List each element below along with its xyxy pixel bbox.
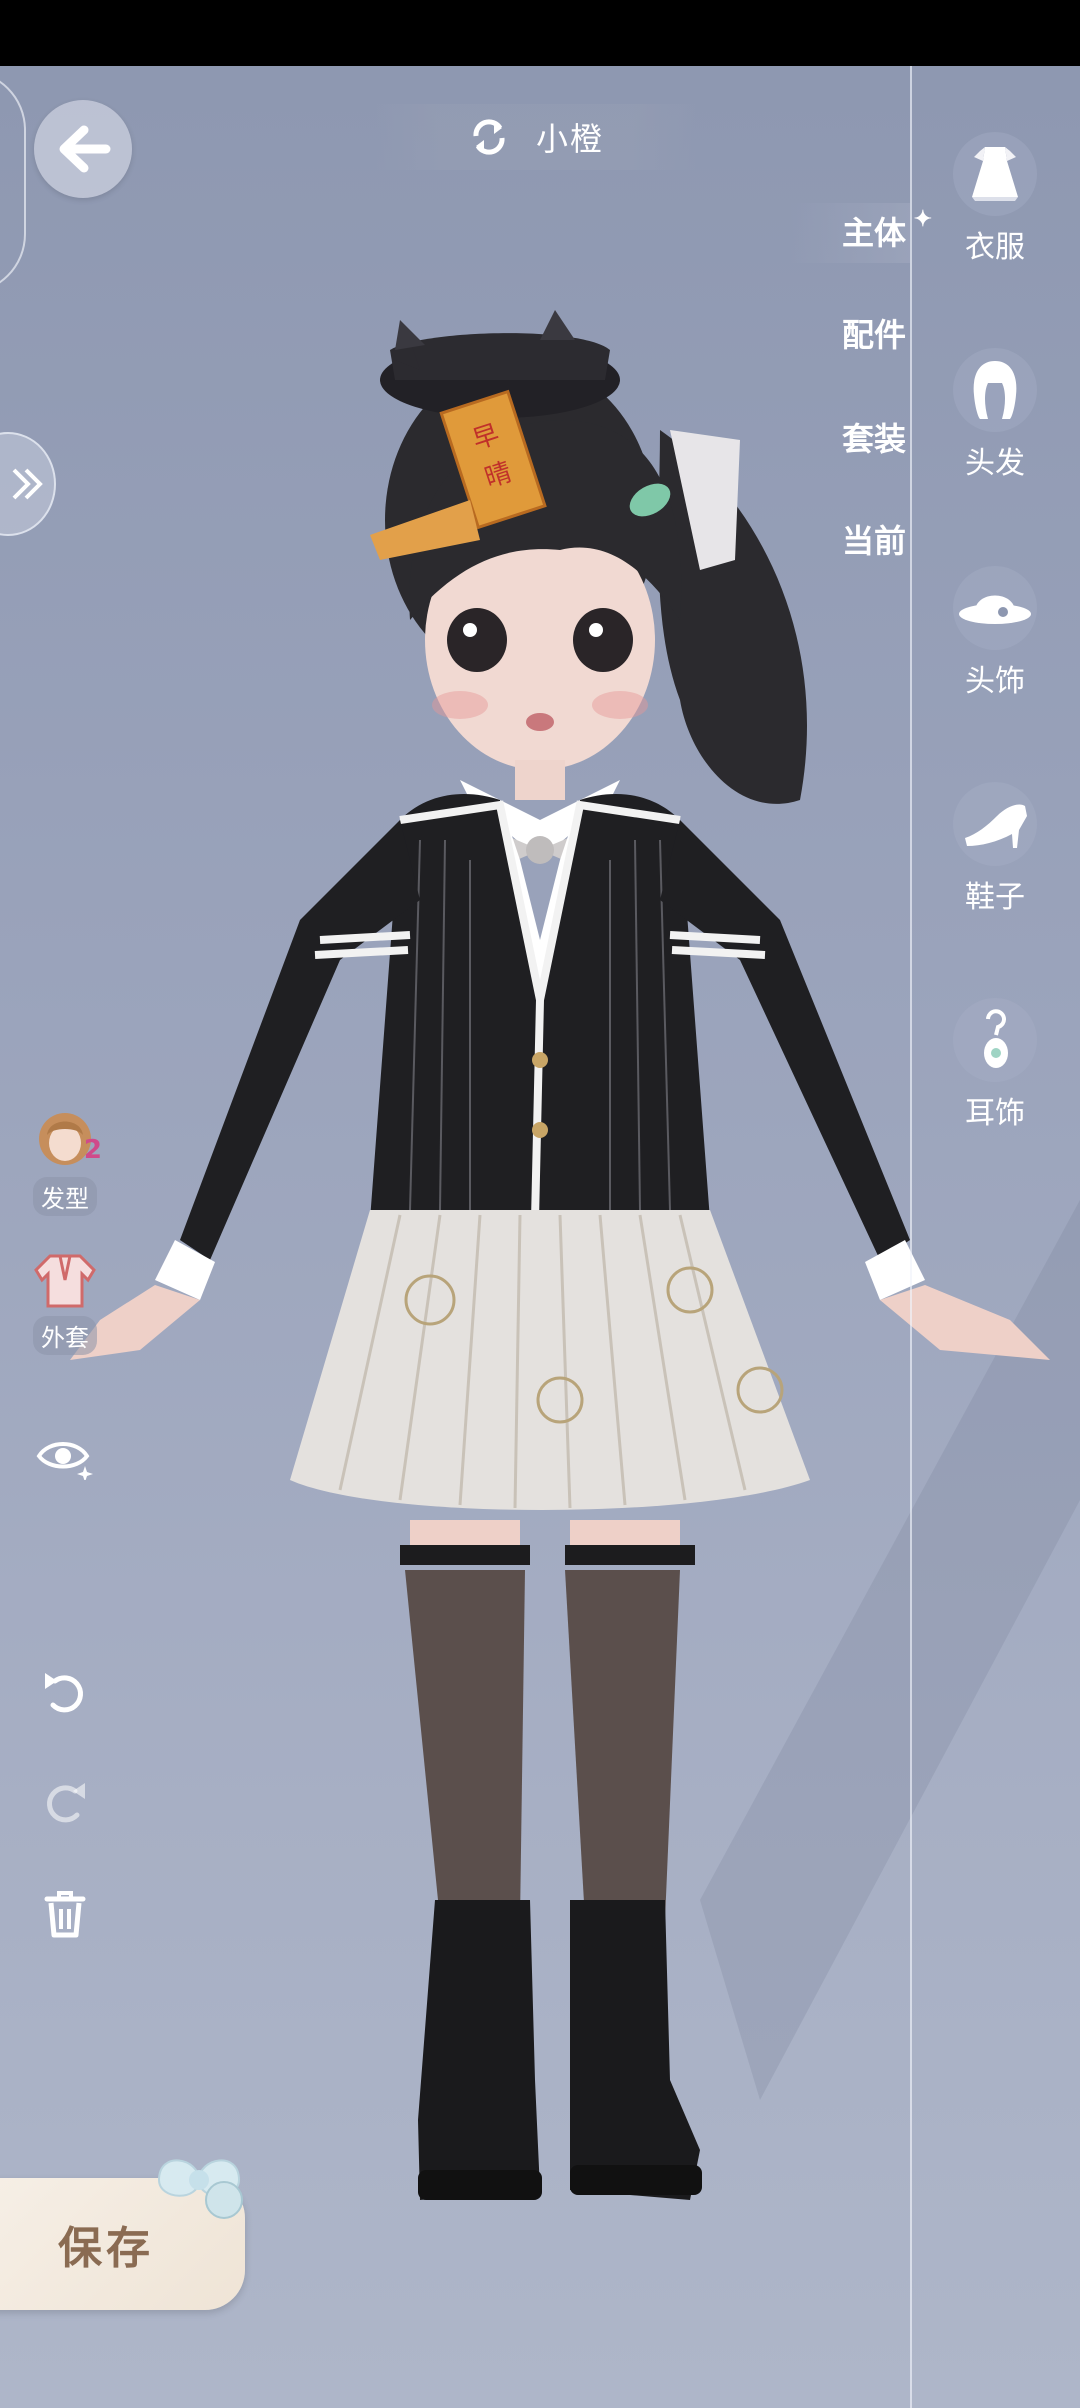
character-name-bar[interactable]: 小橙	[376, 104, 696, 170]
character-name: 小橙	[535, 120, 604, 158]
switch-character-icon[interactable]	[468, 116, 510, 158]
arrow-left-icon	[59, 125, 111, 173]
earring-icon	[953, 998, 1037, 1082]
trash-icon	[44, 1891, 86, 1938]
side-category-hair[interactable]: 头发	[935, 348, 1055, 482]
side-category-shoes[interactable]: 鞋子	[935, 782, 1055, 916]
coat-label: 外套	[33, 1316, 97, 1355]
ribbon-decoration-icon	[157, 2159, 243, 2219]
dress-icon	[953, 132, 1037, 216]
redo-button[interactable]	[20, 1775, 110, 1835]
visibility-toggle[interactable]	[20, 1430, 110, 1484]
double-chevron-right-icon	[12, 468, 43, 500]
side-category-earrings[interactable]: 耳饰	[935, 998, 1055, 1132]
side-category-label: 衣服	[965, 230, 1025, 265]
back-button[interactable]	[34, 100, 132, 198]
side-category-headwear[interactable]: 头饰	[935, 566, 1055, 700]
undo-button[interactable]	[20, 1665, 110, 1725]
side-category-label: 鞋子	[965, 880, 1025, 915]
hairstyle-count-badge: 2	[83, 1135, 102, 1165]
hairstyle-tool[interactable]: 2 发型	[20, 1105, 110, 1216]
delete-button[interactable]	[20, 1885, 110, 1945]
side-category-clothes[interactable]: 衣服	[935, 132, 1055, 266]
coat-icon	[34, 1254, 96, 1308]
side-category-label: 耳饰	[965, 1096, 1025, 1131]
undo-icon	[45, 1673, 83, 1713]
side-category-label: 头发	[965, 446, 1025, 481]
tab-current[interactable]: 当前	[842, 516, 906, 562]
eye-sparkle-icon	[36, 1442, 93, 1482]
coat-tool[interactable]: 外套	[20, 1250, 110, 1355]
high-heel-icon	[953, 782, 1037, 866]
character-model: 早 晴	[70, 310, 1080, 2200]
hair-icon	[953, 348, 1037, 432]
save-button[interactable]: 保存	[0, 2159, 245, 2310]
hairstyle-label: 发型	[33, 1177, 97, 1216]
hat-icon	[953, 566, 1037, 650]
side-category-label: 头饰	[965, 664, 1025, 699]
tab-accessories[interactable]: 配件	[842, 310, 906, 356]
right-panel-divider	[910, 66, 912, 2408]
tab-outfit-set[interactable]: 套装	[842, 414, 906, 460]
tab-main-body[interactable]: 主体	[842, 206, 932, 254]
redo-icon	[47, 1783, 85, 1823]
